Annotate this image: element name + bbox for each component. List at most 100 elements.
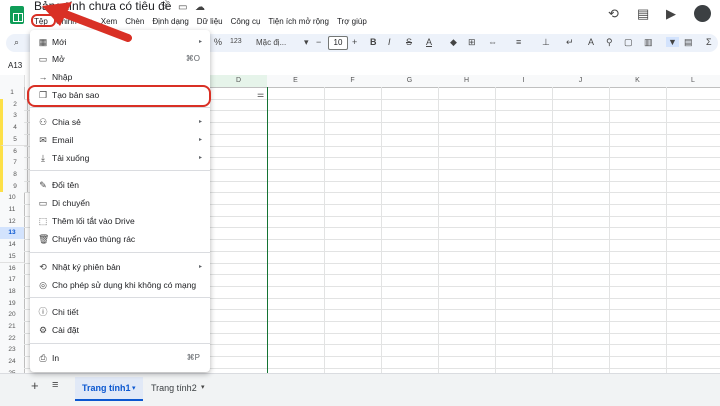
file-menu-item-2[interactable]: → Nhập: [30, 69, 210, 85]
file-menu-item-7[interactable]: ✎ Đổi tên: [30, 177, 210, 193]
text-color-icon[interactable]: A: [426, 37, 432, 47]
rename-icon: ✎: [39, 180, 47, 190]
column-header-f[interactable]: F: [324, 75, 382, 88]
file-menu-item-12[interactable]: ◎ Cho phép sử dụng khi không có mạng: [30, 277, 210, 293]
merge-cells-icon[interactable]: ⇔: [488, 37, 497, 47]
menu-extensions[interactable]: Tiện ích mở rộng: [268, 17, 329, 26]
chevron-down-icon[interactable]: ▾: [201, 383, 205, 391]
file-menu-item-1[interactable]: ▭ Mở ⌘O: [30, 51, 210, 67]
decrease-font-icon[interactable]: −: [316, 37, 321, 47]
chart-icon[interactable]: ▥: [644, 37, 653, 48]
comment-icon[interactable]: ▢: [624, 37, 633, 48]
more-formats-button[interactable]: 123: [230, 38, 242, 45]
functions-icon[interactable]: Σ: [706, 37, 712, 47]
grid-column-line: [495, 87, 496, 373]
font-select[interactable]: Mặc đị...: [256, 38, 286, 47]
tab-trang-tinh1[interactable]: Trang tính1 ▾: [75, 377, 143, 401]
freeze-divider: [267, 87, 268, 373]
link-icon[interactable]: ⚲: [606, 37, 613, 48]
submenu-arrow-icon: ▸: [198, 39, 202, 45]
move-folder-icon[interactable]: ▭: [178, 2, 187, 13]
file-menu-item-13[interactable]: ⓘ Chi tiết: [30, 304, 210, 320]
file-menu-item-label: Chi tiết: [52, 307, 79, 317]
chevron-down-icon[interactable]: ▾: [132, 384, 136, 392]
font-size-input[interactable]: 10: [328, 36, 348, 50]
file-menu-item-label: In: [52, 353, 60, 363]
share-person-icon: ⚇: [38, 117, 48, 127]
column-header-e[interactable]: E: [267, 75, 325, 88]
column-header-h[interactable]: H: [438, 75, 496, 88]
grid-column-line: [552, 87, 553, 373]
filter-views-icon[interactable]: ▤: [684, 37, 693, 48]
file-menu-item-11[interactable]: ⟲ Nhật ký phiên bản ▸: [30, 259, 210, 275]
menu-tools[interactable]: Công cụ: [231, 17, 261, 26]
column-header-j[interactable]: J: [552, 75, 610, 88]
comments-icon[interactable]: ▤: [637, 6, 649, 22]
file-menu-item-label: Chia sẻ: [52, 117, 81, 127]
avatar[interactable]: [694, 5, 711, 22]
file-menu-item-4[interactable]: ⚇ Chia sẻ ▸: [30, 114, 210, 130]
grid-column-line: [324, 87, 325, 373]
file-menu-item-10[interactable]: 🗑 Chuyển vào thùng rác: [30, 231, 210, 247]
fill-color-icon[interactable]: ◆: [450, 37, 457, 48]
grid-column-line: [381, 87, 382, 373]
drive-shortcut-icon: ⬚: [38, 216, 48, 226]
column-header-g[interactable]: G: [381, 75, 439, 88]
sheet-tabs-bar: + ≡ Trang tính1 ▾ Trang tính2 ▾: [0, 373, 720, 406]
name-box[interactable]: A13: [8, 61, 22, 70]
menu-data[interactable]: Dữ liệu: [197, 17, 223, 26]
italic-icon[interactable]: I: [388, 37, 391, 47]
bold-icon[interactable]: B: [370, 37, 377, 47]
horizontal-align-icon[interactable]: ≡: [516, 37, 521, 47]
column-header-d[interactable]: D: [210, 75, 268, 88]
all-sheets-icon[interactable]: ≡: [52, 379, 58, 391]
move-folder-icon: ▭: [38, 198, 48, 208]
file-menu-item-label: Mở: [52, 54, 65, 64]
chevron-down-icon[interactable]: ▾: [304, 37, 309, 48]
add-sheet-icon[interactable]: +: [31, 378, 39, 393]
file-menu-item-label: Đổi tên: [52, 180, 79, 190]
tab-trang-tinh2[interactable]: Trang tính2: [151, 383, 197, 393]
text-rotation-icon[interactable]: A: [588, 37, 594, 47]
increase-font-icon[interactable]: +: [352, 37, 357, 47]
text-wrap-icon[interactable]: ↵: [566, 37, 574, 48]
download-icon: ⤓: [41, 153, 45, 163]
import-icon: →: [38, 72, 48, 82]
column-header-l[interactable]: L: [666, 75, 720, 88]
meet-icon[interactable]: ▶: [666, 6, 676, 22]
submenu-arrow-icon: ▸: [198, 137, 202, 143]
trash-icon: 🗑: [38, 234, 50, 244]
grid-column-line: [666, 87, 667, 373]
column-header-k[interactable]: K: [609, 75, 667, 88]
percent-format-icon[interactable]: %: [214, 37, 222, 47]
menu-help[interactable]: Trợ giúp: [337, 17, 367, 26]
file-menu-item-6[interactable]: ⤓ Tải xuống ▸: [30, 150, 210, 166]
submenu-arrow-icon: ▸: [198, 155, 202, 161]
menu-separator: [30, 252, 210, 253]
file-menu-item-15[interactable]: ⎙ In ⌘P: [30, 350, 210, 366]
submenu-arrow-icon: ▸: [198, 119, 202, 125]
column-header-i[interactable]: I: [495, 75, 553, 88]
strikethrough-icon[interactable]: S: [406, 37, 412, 47]
file-menu-item-5[interactable]: ✉ Email ▸: [30, 132, 210, 148]
submenu-arrow-icon: ▸: [198, 264, 202, 270]
sheets-logo-icon[interactable]: [10, 6, 24, 24]
file-menu-item-14[interactable]: ⚙ Cài đặt: [30, 322, 210, 338]
highlight-make-copy: [27, 85, 211, 107]
cloud-status-icon[interactable]: ☁: [195, 2, 205, 13]
filter-icon[interactable]: ⚌: [257, 90, 264, 99]
filter-icon[interactable]: ▼: [666, 37, 679, 47]
borders-icon[interactable]: ⊞: [468, 37, 476, 48]
vertical-align-icon[interactable]: ⊥: [542, 37, 550, 48]
grid-column-line: [438, 87, 439, 373]
offline-icon: ◎: [39, 280, 47, 290]
search-menus-icon[interactable]: ⌕: [14, 37, 19, 48]
file-menu-item-8[interactable]: ▭ Di chuyển: [30, 195, 210, 211]
version-history-icon[interactable]: ⟲: [608, 6, 619, 22]
file-menu-item-9[interactable]: ⬚ Thêm lối tắt vào Drive: [30, 213, 210, 229]
star-icon[interactable]: ☆: [161, 2, 170, 13]
file-menu-item-label: Chuyển vào thùng rác: [52, 234, 136, 244]
grid-column-line: [609, 87, 610, 373]
menu-format[interactable]: Định dạng: [152, 17, 188, 26]
file-menu-item-label: Cài đặt: [52, 325, 79, 335]
